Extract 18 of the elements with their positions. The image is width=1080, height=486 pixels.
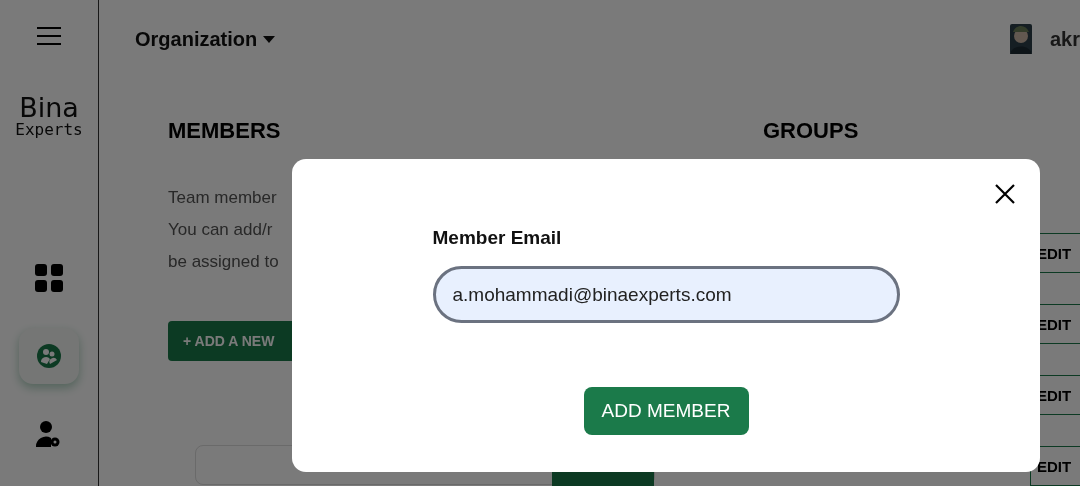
description-line: be assigned to xyxy=(168,251,279,273)
members-title: MEMBERS xyxy=(168,118,282,144)
caret-icon xyxy=(263,36,276,43)
logo-subtitle: Experts xyxy=(15,122,83,138)
organization-menu[interactable]: Organization xyxy=(135,28,276,51)
user-name[interactable]: akr xyxy=(1049,27,1080,51)
groups-title: GROUPS xyxy=(763,118,860,144)
sidebar-item[interactable] xyxy=(19,328,79,384)
description-line: Team member xyxy=(168,187,277,209)
logo-text: Bina xyxy=(19,94,79,121)
grid-icon xyxy=(35,264,63,292)
email-field[interactable]: a.mohammadi@binaexperts.com xyxy=(432,266,900,323)
field-label: Member Email xyxy=(432,227,563,249)
user-settings-icon xyxy=(36,420,62,448)
team-icon xyxy=(36,343,62,369)
description-line: You can add/r xyxy=(168,219,273,241)
add-member-button[interactable]: ADD MEMBER xyxy=(583,387,749,435)
menu-icon[interactable] xyxy=(36,26,62,46)
